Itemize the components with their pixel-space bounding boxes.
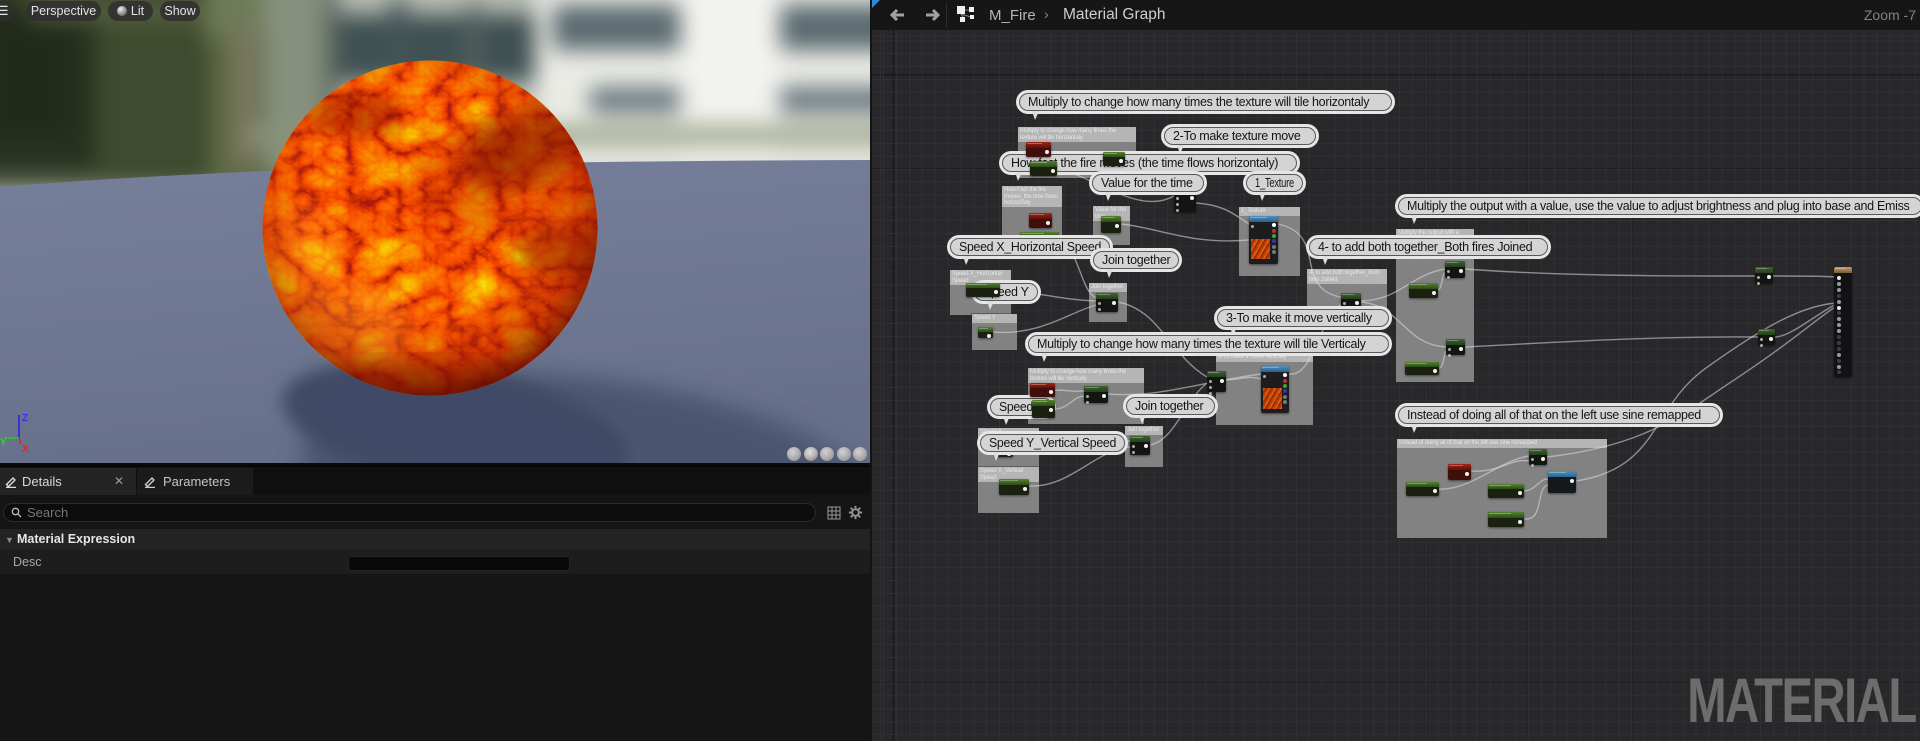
svg-text:X: X	[22, 444, 29, 455]
svg-text:Y: Y	[0, 437, 7, 448]
svg-text:Z: Z	[22, 413, 28, 424]
